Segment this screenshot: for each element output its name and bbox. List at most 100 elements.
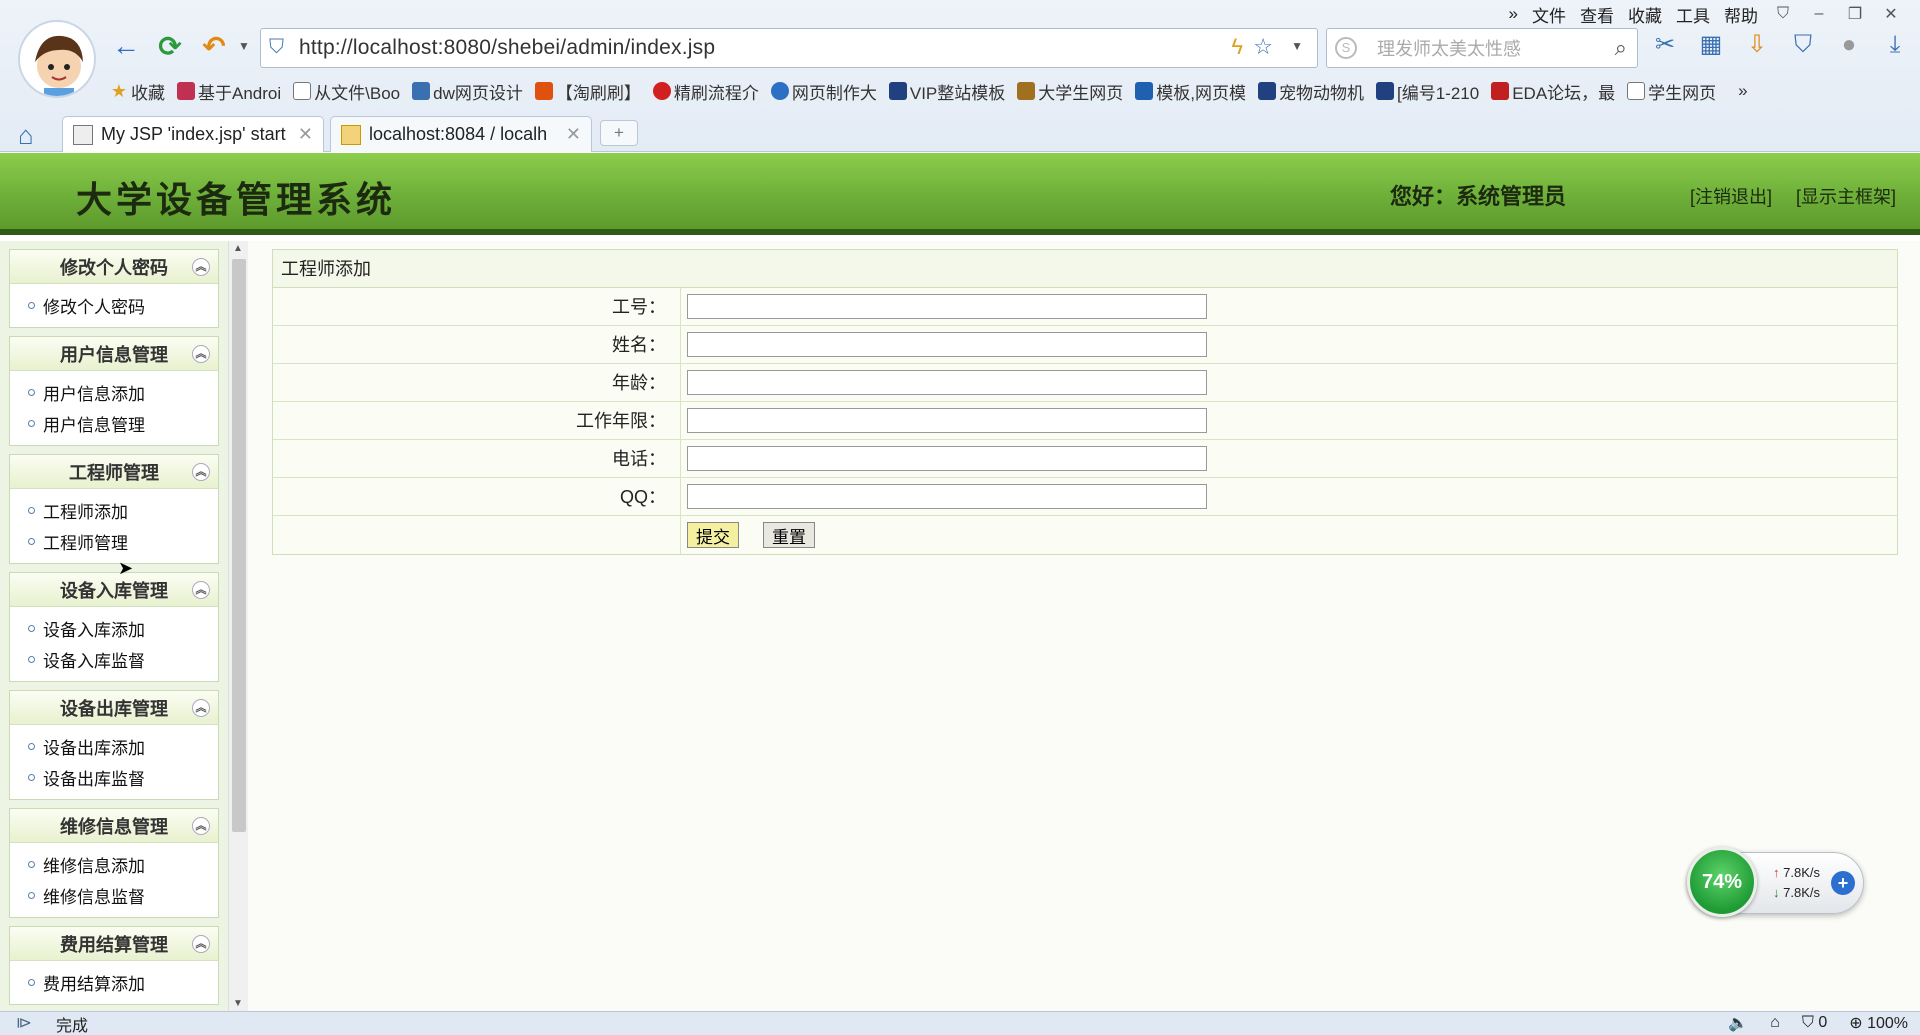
new-tab-button[interactable]: + [600, 120, 638, 146]
sidebar-group-password: 修改个人密码 ︽ 修改个人密码 [9, 249, 219, 328]
scroll-up-icon[interactable]: ▲ [233, 243, 243, 254]
sidebar-group-header[interactable]: 用户信息管理 ︽ [10, 337, 218, 371]
sidebar-group-header[interactable]: 费用结算管理 ︽ [10, 927, 218, 961]
refresh-icon[interactable]: ⟳ [154, 30, 186, 62]
sidebar-toggle-icon[interactable]: ⧐ [16, 1013, 32, 1033]
sidebar-item-manage-engineers[interactable]: 工程师管理 [10, 526, 218, 557]
bookmark-item[interactable]: 基于Androi [177, 79, 281, 104]
collapse-icon[interactable]: ︽ [192, 935, 210, 953]
tab-phpmyadmin[interactable]: localhost:8084 / localh ✕ [330, 116, 592, 152]
address-bar[interactable]: ⛉ http://localhost:8080/shebei/admin/ind… [260, 28, 1318, 68]
sidebar-item-add-user[interactable]: 用户信息添加 [10, 377, 218, 408]
skin-icon[interactable]: ⛉ [1772, 5, 1794, 23]
toolbar-icons: ✂ ▦ ⇩ ⛉ ● ⤓ [1650, 30, 1910, 60]
sidebar-item-add-billing[interactable]: 费用结算添加 [10, 967, 218, 998]
collapse-icon[interactable]: ︽ [192, 463, 210, 481]
restore-icon[interactable]: ❐ [1844, 4, 1866, 24]
bookmark-item[interactable]: 模板,网页模 [1135, 79, 1246, 104]
submit-button[interactable]: 提交 [687, 522, 739, 548]
sidebar-item-add-engineer[interactable]: 工程师添加 [10, 495, 218, 526]
sidebar-item-add-stock-out[interactable]: 设备出库添加 [10, 731, 218, 762]
undo-dropdown-icon[interactable]: ▼ [228, 30, 260, 62]
sidebar-group-header[interactable]: 维修信息管理 ︽ [10, 809, 218, 843]
search-input[interactable]: S 理发师太美太性感 ⌕ [1326, 28, 1638, 68]
bookmark-item[interactable]: ★ 收藏 [110, 79, 165, 104]
scrollbar-thumb[interactable] [232, 259, 246, 832]
sidebar-item-manage-users[interactable]: 用户信息管理 [10, 408, 218, 439]
bookmark-item[interactable]: 精刷流程介 [652, 79, 759, 104]
bookmark-item[interactable]: EDA论坛，最 [1491, 79, 1615, 104]
shield-icon[interactable]: ⛉ [1788, 30, 1818, 60]
more-icon[interactable]: ● [1834, 30, 1864, 60]
search-icon[interactable]: ⌕ [1615, 35, 1627, 61]
sidebar-item-add-stock-in[interactable]: 设备入库添加 [10, 613, 218, 644]
overflow-chevron-icon[interactable]: » [1509, 4, 1518, 24]
bookmark-item[interactable]: dw网页设计 [412, 79, 523, 104]
sidebar-scrollbar[interactable]: ▲ ▼ [228, 241, 248, 1011]
minimize-icon[interactable]: – [1808, 5, 1830, 23]
menu-help[interactable]: 帮助 [1724, 2, 1758, 27]
collapse-icon[interactable]: ︽ [192, 345, 210, 363]
menu-favorites[interactable]: 收藏 [1628, 2, 1662, 27]
bookmark-item[interactable]: [编号1-210 [1376, 79, 1479, 104]
sidebar-group-header[interactable]: 设备出库管理 ︽ [10, 691, 218, 725]
sidebar-item-supervise-repair[interactable]: 维修信息监督 [10, 880, 218, 911]
phone-input[interactable] [687, 446, 1207, 471]
bookmarks-overflow-icon[interactable]: » [1738, 81, 1747, 101]
sidebar-item-supervise-stock-out[interactable]: 设备出库监督 [10, 762, 218, 793]
close-window-icon[interactable]: ✕ [1880, 4, 1902, 24]
collapse-icon[interactable]: ︽ [192, 699, 210, 717]
bookmark-item[interactable]: 大学生网页 [1017, 79, 1123, 104]
qq-input[interactable] [687, 484, 1207, 509]
bookmark-item[interactable]: 学生网页 [1627, 79, 1716, 104]
sound-icon[interactable]: 🔈 [1728, 1013, 1748, 1033]
sidebar-item-add-repair[interactable]: 维修信息添加 [10, 849, 218, 880]
work-years-input[interactable] [687, 408, 1207, 433]
tab-index-jsp[interactable]: My JSP 'index.jsp' start ✕ [62, 116, 324, 152]
bookmark-item[interactable]: 【淘刷刷】 [534, 79, 641, 104]
bookmark-item[interactable]: VIP整站模板 [888, 79, 1005, 104]
zoom-level[interactable]: ⊕ 100% [1849, 1013, 1908, 1033]
sidebar-group-header[interactable]: 修改个人密码 ︽ [10, 250, 218, 284]
address-dropdown-icon[interactable]: ▼ [1291, 39, 1303, 53]
bookmark-item[interactable]: 从文件\Boo [293, 79, 400, 104]
collapse-icon[interactable]: ︽ [192, 581, 210, 599]
close-tab-icon[interactable]: ✕ [290, 124, 313, 145]
scissors-icon[interactable]: ✂ [1650, 30, 1680, 60]
menu-file[interactable]: 文件 [1532, 2, 1566, 27]
bookmark-item[interactable]: 宠物动物机 [1258, 79, 1364, 104]
menu-view[interactable]: 查看 [1580, 2, 1614, 27]
star-bookmark-icon[interactable]: ☆ [1253, 34, 1273, 60]
search-engine-icon[interactable]: S [1335, 37, 1357, 59]
memory-usage-gauge[interactable]: 74% [1687, 847, 1757, 917]
collapse-icon[interactable]: ︽ [192, 817, 210, 835]
undo-close-icon[interactable]: ↶ [198, 30, 230, 62]
lightning-icon[interactable]: ϟ [1231, 34, 1243, 60]
sidebar-item-supervise-stock-in[interactable]: 设备入库监督 [10, 644, 218, 675]
sidebar-item-change-password[interactable]: 修改个人密码 [10, 290, 218, 321]
ad-block-counter[interactable]: ⛉ 0 [1802, 1014, 1827, 1032]
user-avatar[interactable] [18, 20, 96, 98]
close-tab-icon[interactable]: ✕ [558, 124, 581, 145]
logout-link[interactable]: [注销退出] [1690, 183, 1772, 209]
download-manager-icon[interactable]: ⇩ [1742, 30, 1772, 60]
employee-id-input[interactable] [687, 294, 1207, 319]
home-icon[interactable]: ⌂ [18, 120, 34, 151]
address-url[interactable]: http://localhost:8080/shebei/admin/index… [299, 36, 715, 60]
sidebar-group-header[interactable]: 设备入库管理 ︽ [10, 573, 218, 607]
download-icon[interactable]: ⤓ [1880, 30, 1910, 60]
show-main-frame-link[interactable]: [显示主框架] [1796, 183, 1896, 209]
scroll-down-icon[interactable]: ▼ [233, 998, 243, 1009]
collapse-icon[interactable]: ︽ [192, 258, 210, 276]
network-speed-widget[interactable]: 74% ↑ 7.8K/s ↓ 7.8K/s + [1687, 847, 1864, 917]
name-input[interactable] [687, 332, 1207, 357]
back-arrow-icon[interactable]: ← [110, 30, 142, 62]
accelerate-plus-icon[interactable]: + [1831, 871, 1855, 895]
bookmark-item[interactable]: 网页制作大 [770, 79, 877, 104]
age-input[interactable] [687, 370, 1207, 395]
calculator-icon[interactable]: ▦ [1696, 30, 1726, 60]
reset-button[interactable]: 重置 [763, 522, 815, 548]
menu-tools[interactable]: 工具 [1676, 2, 1710, 27]
network-icon[interactable]: ⌂ [1770, 1014, 1780, 1032]
sidebar-group-header[interactable]: 工程师管理 ︽ [10, 455, 218, 489]
